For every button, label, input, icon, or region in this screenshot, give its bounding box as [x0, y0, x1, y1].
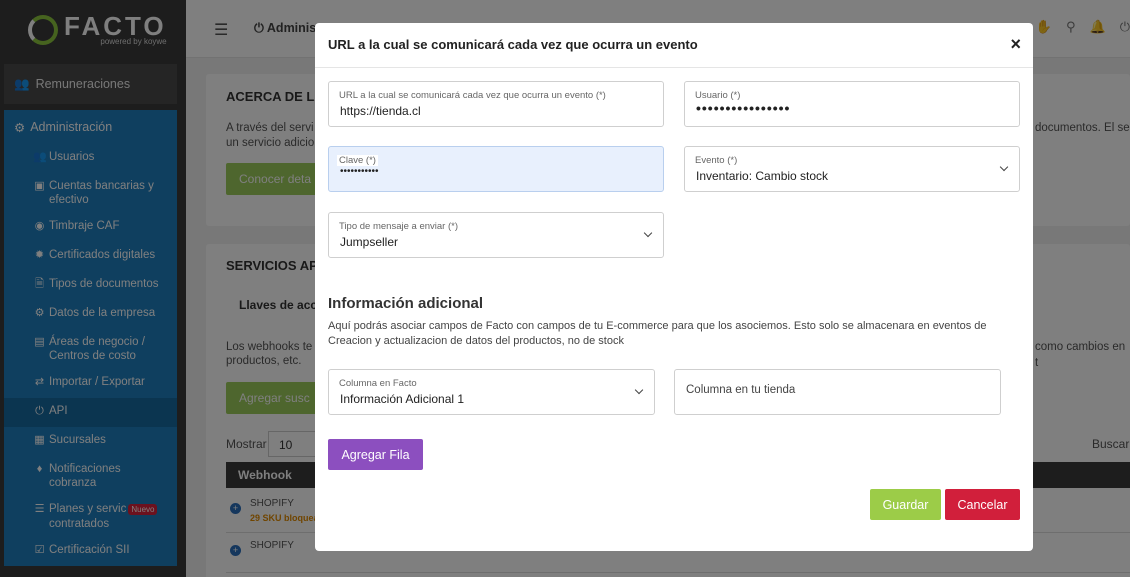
additional-info-text: Aquí podrás asociar campos de Facto con …: [328, 320, 987, 347]
event-select[interactable]: Evento (*) Inventario: Cambio stock: [684, 146, 1020, 192]
message-type-select[interactable]: Tipo de mensaje a enviar (*) Jumpseller: [328, 212, 664, 258]
modal-header: URL a la cual se comunicará cada vez que…: [315, 23, 1033, 68]
url-field-label: URL a la cual se comunicará cada vez que…: [339, 90, 606, 101]
key-field-value: •••••••••••: [340, 166, 379, 177]
chevron-down-icon: [999, 162, 1009, 172]
key-field[interactable]: Clave (*) •••••••••••: [328, 146, 664, 192]
facto-column-select[interactable]: Columna en Facto Información Adicional 1: [328, 369, 655, 415]
webhook-modal: URL a la cual se comunicará cada vez que…: [315, 23, 1033, 551]
add-row-button[interactable]: Agregar Fila: [328, 439, 423, 470]
chevron-down-icon: [634, 385, 644, 395]
additional-info-title: Información adicional: [328, 295, 484, 312]
message-type-label: Tipo de mensaje a enviar (*): [339, 221, 458, 232]
user-field-value: ••••••••••••••••: [696, 100, 791, 116]
event-select-label: Evento (*): [695, 155, 738, 166]
facto-column-value: Información Adicional 1: [340, 392, 465, 406]
facto-column-label: Columna en Facto: [339, 378, 417, 389]
close-icon[interactable]: ×: [1010, 34, 1021, 54]
event-select-value: Inventario: Cambio stock: [696, 169, 829, 183]
store-column-placeholder: Columna en tu tienda: [686, 384, 796, 396]
key-field-label: Clave (*): [337, 155, 378, 166]
store-column-input[interactable]: Columna en tu tienda: [674, 369, 1001, 415]
url-field-value: https://tienda.cl: [340, 104, 421, 118]
url-field[interactable]: URL a la cual se comunicará cada vez que…: [328, 81, 664, 127]
user-field[interactable]: Usuario (*) ••••••••••••••••: [684, 81, 1020, 127]
message-type-value: Jumpseller: [340, 235, 399, 249]
save-button[interactable]: Guardar: [870, 489, 941, 520]
chevron-down-icon: [643, 228, 653, 238]
modal-title: URL a la cual se comunicará cada vez que…: [328, 37, 698, 52]
cancel-button[interactable]: Cancelar: [945, 489, 1020, 520]
